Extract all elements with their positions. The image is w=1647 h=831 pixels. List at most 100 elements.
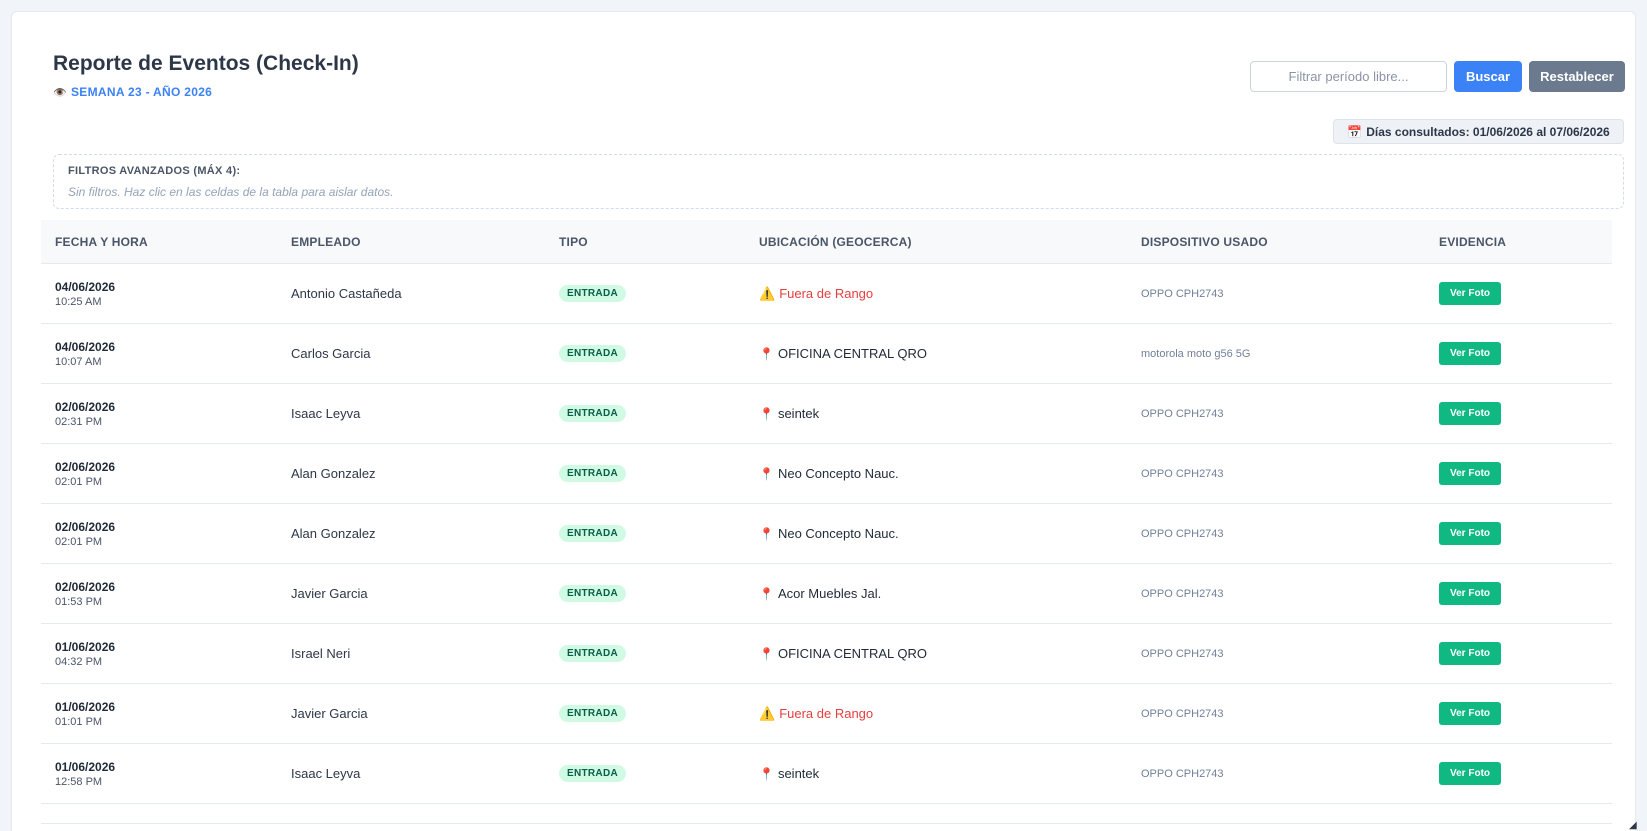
device-cell[interactable]: OPPO CPH2743 (1141, 564, 1224, 623)
location-cell[interactable]: 📍 seintek (759, 384, 819, 443)
date-cell[interactable]: 02/06/2026 02:01 PM (55, 504, 115, 563)
view-photo-button[interactable]: Ver Foto (1439, 642, 1502, 665)
location-cell[interactable]: 📍 Neo Concepto Nauc. (759, 444, 899, 503)
type-badge: ENTRADA (559, 585, 626, 602)
type-badge: ENTRADA (559, 645, 626, 662)
date-cell[interactable]: 02/06/2026 01:53 PM (55, 564, 115, 623)
table-row: 01/06/2026 12:58 PM Isaac Leyva ENTRADA 📍 sei… (41, 744, 1612, 804)
employee-cell[interactable]: Javier Garcia (291, 684, 368, 743)
view-photo-button[interactable]: Ver Foto (1439, 522, 1502, 545)
table-row: 02/06/2026 02:01 PM Alan Gonzalez ENTRADA 📍 N… (41, 444, 1612, 504)
type-cell[interactable]: ENTRADA (559, 564, 626, 623)
location-text: OFICINA CENTRAL QRO (777, 646, 927, 661)
type-badge: ENTRADA (559, 345, 626, 362)
location-pin-icon: 📍 (759, 766, 774, 781)
table-body: 04/06/2026 10:25 AM Antonio Castañeda ENTRA… (41, 264, 1612, 804)
type-cell[interactable]: ENTRADA (559, 744, 626, 803)
event-date: 01/06/2026 (55, 759, 116, 774)
location-cell[interactable]: 📍 seintek (759, 744, 819, 803)
event-time: 04:32 PM (55, 655, 103, 668)
advanced-filters-empty: Sin filtros. Haz clic en las celdas de l… (68, 185, 394, 199)
employee-cell[interactable]: Antonio Castañeda (291, 264, 402, 323)
type-badge: ENTRADA (559, 465, 626, 482)
date-cell[interactable]: 04/06/2026 10:25 AM (55, 264, 115, 323)
event-time: 02:01 PM (55, 475, 103, 488)
location-cell[interactable]: 📍 Acor Muebles Jal. (759, 564, 881, 623)
device-cell[interactable]: OPPO CPH2743 (1141, 444, 1224, 503)
evidence-cell: Ver Foto (1439, 324, 1502, 383)
event-date: 01/06/2026 (55, 639, 116, 654)
employee-cell[interactable]: Isaac Leyva (291, 384, 360, 443)
view-photo-button[interactable]: Ver Foto (1439, 582, 1502, 605)
location-text: Fuera de Rango (779, 706, 874, 721)
view-photo-button[interactable]: Ver Foto (1439, 762, 1502, 785)
location-pin-icon: 📍 (759, 586, 774, 601)
device-cell[interactable]: OPPO CPH2743 (1141, 264, 1224, 323)
date-cell[interactable]: 04/06/2026 10:07 AM (55, 324, 115, 383)
type-cell[interactable]: ENTRADA (559, 624, 626, 683)
view-photo-button[interactable]: Ver Foto (1439, 402, 1502, 425)
employee-cell[interactable]: Carlos Garcia (291, 324, 370, 383)
view-photo-button[interactable]: Ver Foto (1439, 282, 1502, 305)
event-date: 02/06/2026 (55, 399, 116, 414)
table-row: 02/06/2026 02:01 PM Alan Gonzalez ENTRADA 📍 N… (41, 504, 1612, 564)
calendar-icon: 📅 (1347, 124, 1363, 139)
location-cell[interactable]: 📍 OFICINA CENTRAL QRO (759, 624, 927, 683)
evidence-cell: Ver Foto (1439, 684, 1502, 743)
location-text: Neo Concepto Nauc. (777, 526, 899, 541)
advanced-filters-title: FILTROS AVANZADOS (MÁX 4): (68, 165, 241, 177)
date-cell[interactable]: 02/06/2026 02:31 PM (55, 384, 115, 443)
column-header-type: TIPO (559, 235, 588, 249)
location-cell[interactable]: ⚠️ Fuera de Rango (759, 684, 873, 743)
type-badge: ENTRADA (559, 405, 626, 422)
event-time: 01:53 PM (55, 595, 103, 608)
device-cell[interactable]: OPPO CPH2743 (1141, 624, 1224, 683)
view-photo-button[interactable]: Ver Foto (1439, 342, 1502, 365)
device-cell[interactable]: OPPO CPH2743 (1141, 384, 1224, 443)
evidence-cell: Ver Foto (1439, 564, 1502, 623)
employee-cell[interactable]: Javier Garcia (291, 564, 368, 623)
reset-button[interactable]: Restablecer (1529, 61, 1625, 92)
date-cell[interactable]: 01/06/2026 01:01 PM (55, 684, 115, 743)
type-cell[interactable]: ENTRADA (559, 684, 626, 743)
warning-icon: ⚠️ (759, 705, 776, 721)
view-photo-button[interactable]: Ver Foto (1439, 702, 1502, 725)
device-cell[interactable]: OPPO CPH2743 (1141, 504, 1224, 563)
evidence-cell: Ver Foto (1439, 264, 1502, 323)
column-header-date: FECHA Y HORA (55, 235, 148, 249)
date-cell[interactable]: 02/06/2026 02:01 PM (55, 444, 115, 503)
employee-cell[interactable]: Alan Gonzalez (291, 444, 376, 503)
device-cell[interactable]: OPPO CPH2743 (1141, 744, 1224, 803)
type-cell[interactable]: ENTRADA (559, 264, 626, 323)
view-photo-button[interactable]: Ver Foto (1439, 462, 1502, 485)
date-cell[interactable]: 01/06/2026 12:58 PM (55, 744, 115, 803)
location-cell[interactable]: 📍 Neo Concepto Nauc. (759, 504, 899, 563)
period-filter-input[interactable] (1250, 61, 1447, 92)
date-cell[interactable]: 01/06/2026 04:32 PM (55, 624, 115, 683)
event-time: 10:07 AM (55, 355, 102, 368)
employee-cell[interactable]: Isaac Leyva (291, 744, 360, 803)
type-cell[interactable]: ENTRADA (559, 444, 626, 503)
event-time: 12:58 PM (55, 775, 103, 788)
type-cell[interactable]: ENTRADA (559, 504, 626, 563)
device-cell[interactable]: motorola moto g56 5G (1141, 324, 1250, 383)
search-button[interactable]: Buscar (1454, 61, 1522, 92)
location-pin-icon: 📍 (759, 406, 774, 421)
employee-cell[interactable]: Israel Neri (291, 624, 350, 683)
location-cell[interactable]: ⚠️ Fuera de Rango (759, 264, 873, 323)
event-date: 02/06/2026 (55, 579, 116, 594)
location-text: seintek (777, 766, 820, 781)
type-cell[interactable]: ENTRADA (559, 384, 626, 443)
date-range-badge: 📅 Días consultados: 01/06/2026 al 07/06/… (1333, 119, 1624, 144)
employee-cell[interactable]: Alan Gonzalez (291, 504, 376, 563)
resize-handle-icon[interactable]: ◢ (1629, 820, 1637, 831)
device-cell[interactable]: OPPO CPH2743 (1141, 684, 1224, 743)
event-time: 01:01 PM (55, 715, 103, 728)
location-text: OFICINA CENTRAL QRO (777, 346, 927, 361)
location-text: seintek (777, 406, 820, 421)
type-cell[interactable]: ENTRADA (559, 324, 626, 383)
table-row: 04/06/2026 10:07 AM Carlos Garcia ENTRADA 📍 O… (41, 324, 1612, 384)
type-badge: ENTRADA (559, 705, 626, 722)
location-cell[interactable]: 📍 OFICINA CENTRAL QRO (759, 324, 927, 383)
divider (41, 823, 1612, 824)
